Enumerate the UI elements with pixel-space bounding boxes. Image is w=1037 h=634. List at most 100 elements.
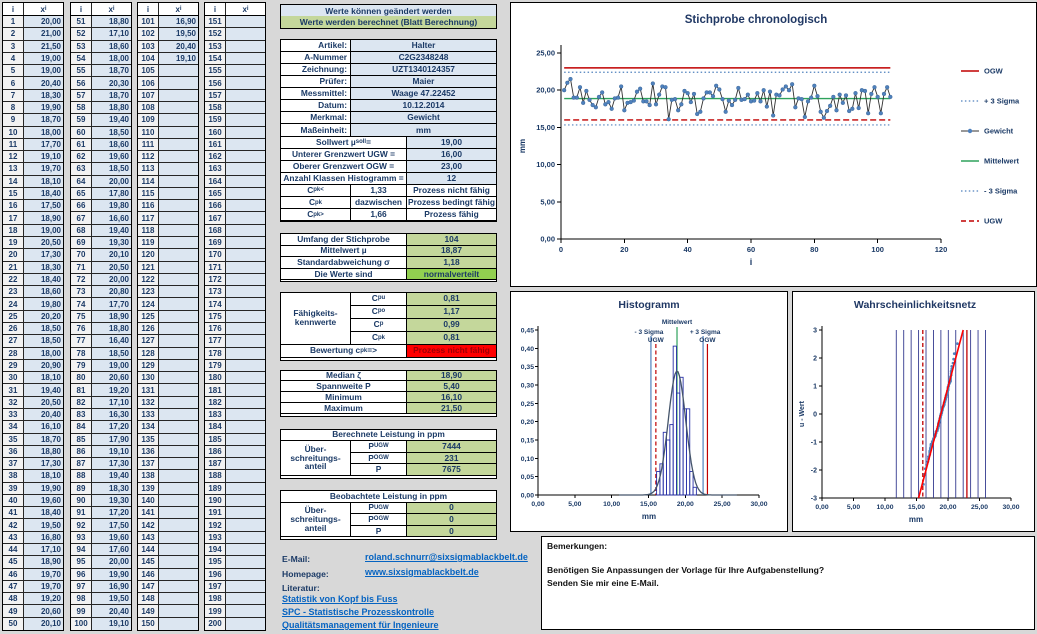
sample-cell-xi[interactable] xyxy=(226,311,265,322)
sample-cell-xi[interactable] xyxy=(159,176,198,187)
sample-cell-i[interactable]: 159 xyxy=(205,114,226,125)
sample-cell-xi[interactable]: 16,80 xyxy=(24,532,63,543)
sample-cell-i[interactable]: 172 xyxy=(205,274,226,285)
sample-cell-i[interactable]: 88 xyxy=(71,470,92,481)
sample-cell-xi[interactable] xyxy=(226,593,265,604)
sample-cell-i[interactable]: 186 xyxy=(205,446,226,457)
sample-cell-i[interactable]: 19 xyxy=(3,237,24,248)
sample-cell-xi[interactable] xyxy=(159,90,198,101)
sample-cell-i[interactable]: 64 xyxy=(71,176,92,187)
sample-cell-xi[interactable]: 20,00 xyxy=(24,16,63,27)
sample-cell-i[interactable]: 113 xyxy=(138,163,159,174)
sample-cell-i[interactable]: 175 xyxy=(205,311,226,322)
sample-cell-i[interactable]: 4 xyxy=(3,53,24,64)
sample-cell-xi[interactable] xyxy=(159,348,198,359)
sample-cell-i[interactable]: 139 xyxy=(138,483,159,494)
sample-cell-i[interactable]: 157 xyxy=(205,90,226,101)
sample-cell-xi[interactable] xyxy=(226,483,265,494)
sample-cell-i[interactable]: 176 xyxy=(205,323,226,334)
sample-cell-i[interactable]: 162 xyxy=(205,151,226,162)
sample-cell-xi[interactable] xyxy=(159,372,198,383)
sample-cell-xi[interactable] xyxy=(226,618,265,630)
sample-cell-xi[interactable] xyxy=(226,127,265,138)
sample-cell-xi[interactable] xyxy=(159,188,198,199)
sample-cell-xi[interactable]: 19,00 xyxy=(24,53,63,64)
sample-cell-xi[interactable] xyxy=(159,605,198,616)
sample-cell-xi[interactable] xyxy=(226,176,265,187)
sample-cell-i[interactable]: 103 xyxy=(138,41,159,52)
sample-cell-i[interactable]: 123 xyxy=(138,286,159,297)
sample-cell-xi[interactable]: 20,00 xyxy=(92,274,131,285)
sample-cell-xi[interactable]: 19,00 xyxy=(24,65,63,76)
sample-cell-i[interactable]: 39 xyxy=(3,483,24,494)
sample-cell-i[interactable]: 151 xyxy=(205,16,226,27)
sample-cell-i[interactable]: 125 xyxy=(138,311,159,322)
sample-cell-xi[interactable] xyxy=(159,249,198,260)
sample-cell-i[interactable]: 194 xyxy=(205,544,226,555)
sample-cell-xi[interactable] xyxy=(159,311,198,322)
sample-cell-xi[interactable]: 19,40 xyxy=(92,225,131,236)
sample-cell-xi[interactable]: 19,90 xyxy=(24,102,63,113)
sample-cell-i[interactable]: 68 xyxy=(71,225,92,236)
sample-cell-i[interactable]: 27 xyxy=(3,335,24,346)
sample-cell-xi[interactable] xyxy=(226,556,265,567)
sample-cell-xi[interactable] xyxy=(159,127,198,138)
sample-cell-xi[interactable] xyxy=(159,139,198,150)
sample-cell-i[interactable]: 146 xyxy=(138,569,159,580)
sample-cell-xi[interactable]: 20,00 xyxy=(92,176,131,187)
sample-cell-i[interactable]: 16 xyxy=(3,200,24,211)
sample-cell-i[interactable]: 76 xyxy=(71,323,92,334)
sample-cell-i[interactable]: 147 xyxy=(138,581,159,592)
sample-cell-i[interactable]: 156 xyxy=(205,77,226,88)
sample-cell-xi[interactable] xyxy=(226,519,265,530)
sample-cell-i[interactable]: 109 xyxy=(138,114,159,125)
sample-cell-i[interactable]: 136 xyxy=(138,446,159,457)
sample-cell-xi[interactable] xyxy=(226,188,265,199)
sample-cell-i[interactable]: 46 xyxy=(3,569,24,580)
sample-cell-i[interactable]: 32 xyxy=(3,397,24,408)
sample-cell-i[interactable]: 73 xyxy=(71,286,92,297)
sample-cell-xi[interactable] xyxy=(226,298,265,309)
sample-cell-i[interactable]: 183 xyxy=(205,409,226,420)
sample-cell-xi[interactable]: 20,90 xyxy=(24,360,63,371)
form-value[interactable]: mm xyxy=(351,124,496,136)
sample-cell-i[interactable]: 11 xyxy=(3,139,24,150)
sample-cell-xi[interactable] xyxy=(159,298,198,309)
sample-cell-i[interactable]: 70 xyxy=(71,249,92,260)
sample-cell-i[interactable]: 5 xyxy=(3,65,24,76)
sample-cell-xi[interactable]: 18,50 xyxy=(92,348,131,359)
sample-cell-xi[interactable] xyxy=(159,507,198,518)
sample-cell-i[interactable]: 28 xyxy=(3,348,24,359)
sample-cell-xi[interactable]: 18,80 xyxy=(92,16,131,27)
sample-cell-xi[interactable]: 19,50 xyxy=(24,519,63,530)
sample-cell-xi[interactable] xyxy=(226,225,265,236)
sample-cell-xi[interactable] xyxy=(226,434,265,445)
sample-cell-i[interactable]: 75 xyxy=(71,311,92,322)
sample-cell-i[interactable]: 196 xyxy=(205,569,226,580)
sample-cell-i[interactable]: 149 xyxy=(138,605,159,616)
sample-cell-i[interactable]: 133 xyxy=(138,409,159,420)
sample-cell-i[interactable]: 98 xyxy=(71,593,92,604)
sample-cell-xi[interactable]: 20,30 xyxy=(92,77,131,88)
sample-cell-xi[interactable] xyxy=(226,212,265,223)
sample-cell-i[interactable]: 3 xyxy=(3,41,24,52)
sample-cell-xi[interactable] xyxy=(159,114,198,125)
sample-cell-xi[interactable] xyxy=(159,544,198,555)
sample-cell-xi[interactable]: 18,00 xyxy=(92,53,131,64)
sample-cell-i[interactable]: 20 xyxy=(3,249,24,260)
sample-cell-xi[interactable] xyxy=(159,397,198,408)
sample-cell-i[interactable]: 144 xyxy=(138,544,159,555)
sample-cell-xi[interactable] xyxy=(159,495,198,506)
sample-cell-xi[interactable]: 19,70 xyxy=(24,569,63,580)
literature-link-1[interactable]: Statistik von Kopf bis Fuss xyxy=(282,594,398,604)
sample-cell-i[interactable]: 31 xyxy=(3,384,24,395)
sample-cell-i[interactable]: 135 xyxy=(138,434,159,445)
sample-cell-i[interactable]: 177 xyxy=(205,335,226,346)
sample-cell-xi[interactable] xyxy=(159,581,198,592)
form-value[interactable]: Waage 47.22452 xyxy=(351,88,496,100)
sample-cell-i[interactable]: 41 xyxy=(3,507,24,518)
literature-link-2[interactable]: SPC - Statistische Prozesskontrolle xyxy=(282,607,434,617)
sample-cell-i[interactable]: 127 xyxy=(138,335,159,346)
sample-cell-i[interactable]: 22 xyxy=(3,274,24,285)
sample-cell-i[interactable]: 105 xyxy=(138,65,159,76)
